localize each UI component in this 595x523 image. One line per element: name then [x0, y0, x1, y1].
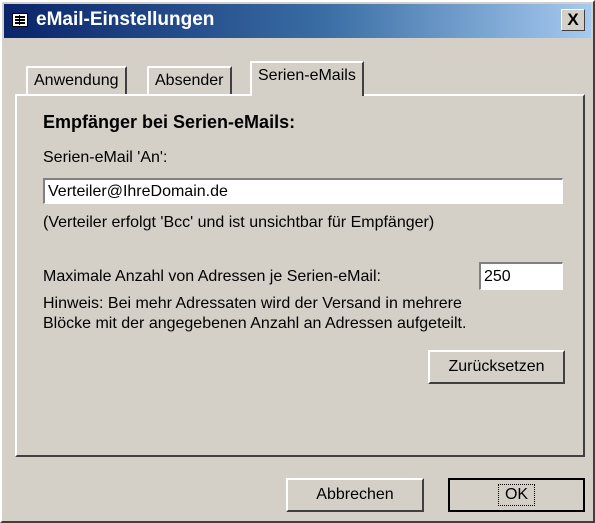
reset-button[interactable]: Zurücksetzen [428, 350, 565, 384]
email-settings-dialog: eMail-Einstellungen X Anwendung Absender… [0, 0, 595, 523]
tab-absender[interactable]: Absender [147, 66, 232, 94]
ok-button[interactable]: OK [448, 478, 585, 512]
cancel-button[interactable]: Abbrechen [286, 478, 424, 512]
hint-line-1: Hinweis: Bei mehr Adressaten wird der Ve… [43, 295, 462, 312]
tab-label: Anwendung [34, 72, 119, 89]
hint-line-2: Blöcke mit der angegebenen Anzahl an Adr… [43, 315, 467, 332]
reset-button-label: Zurücksetzen [448, 358, 545, 375]
section-heading: Empfänger bei Serien-eMails: [43, 112, 296, 132]
cancel-button-label: Abbrechen [316, 486, 394, 503]
to-address-input[interactable] [43, 178, 563, 204]
tab-label: Serien-eMails [258, 67, 356, 84]
to-label: Serien-eMail 'An': [43, 149, 168, 166]
max-addresses-label: Maximale Anzahl von Adressen je Serien-e… [43, 268, 381, 285]
to-note: (Verteiler erfolgt 'Bcc' und ist unsicht… [43, 214, 435, 231]
tab-label: Absender [155, 72, 224, 89]
window-title: eMail-Einstellungen [36, 9, 215, 30]
tab-serien-emails[interactable]: Serien-eMails [250, 61, 364, 96]
close-button[interactable]: X [561, 9, 585, 31]
ok-button-label: OK [497, 484, 536, 506]
tab-panel-serien-emails: Empfänger bei Serien-eMails: Serien-eMai… [15, 94, 585, 457]
tab-anwendung[interactable]: Anwendung [26, 66, 127, 94]
form-icon [12, 13, 28, 27]
title-bar[interactable]: eMail-Einstellungen X [4, 4, 591, 38]
max-addresses-input[interactable] [479, 262, 563, 290]
